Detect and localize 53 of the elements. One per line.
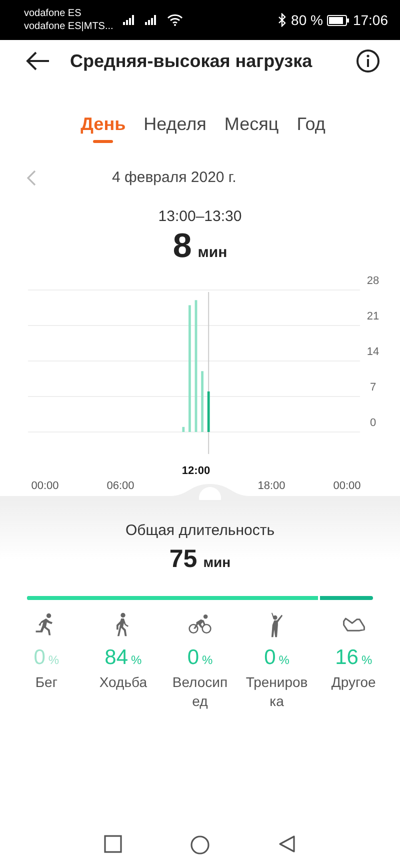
carrier-name: vodafone ES	[24, 7, 82, 20]
chart-bar	[182, 426, 185, 432]
carrier-name: vodafone ES|MTS...	[24, 20, 114, 33]
time-range: 13:00–13:30	[157, 208, 243, 225]
activity-percent: 0	[187, 646, 199, 670]
activity-label: Тренировка	[246, 673, 308, 711]
back-icon[interactable]	[26, 51, 50, 71]
total-label: Общая длительность	[124, 522, 276, 539]
date-label: 4 февраля 2020 г.	[112, 169, 236, 186]
percent-sign: %	[202, 653, 213, 667]
x-tick-label: 00:00	[333, 480, 361, 492]
period-tab[interactable]: Год	[288, 110, 334, 141]
chart-bar	[207, 391, 210, 432]
clock: 17:06	[352, 12, 388, 28]
total-value: 75	[169, 545, 198, 574]
info-icon[interactable]	[356, 49, 380, 73]
activity-label: Ходьба	[98, 673, 148, 692]
activity-label: Бег	[34, 673, 58, 692]
y-tick-label: 0	[370, 417, 376, 429]
battery-icon	[326, 14, 349, 26]
y-tick-label: 14	[366, 346, 380, 358]
signal-icon	[145, 15, 158, 25]
x-tick-label: 00:00	[31, 480, 59, 492]
bluetooth-icon	[278, 13, 288, 27]
activity-label: Велосипед	[171, 673, 229, 711]
percent-sign: %	[131, 653, 142, 667]
period-tab[interactable]: Неделя	[134, 110, 216, 141]
y-tick-label: 7	[370, 382, 376, 394]
selected-value: 8	[172, 227, 192, 266]
activity-percent: 16	[335, 646, 358, 670]
y-tick-label: 28	[366, 275, 380, 287]
cursor-time: 12:00	[182, 465, 210, 477]
activity-percent: 84	[104, 646, 128, 670]
wifi-icon	[167, 14, 184, 26]
back-nav-icon[interactable]	[278, 835, 296, 853]
battery-percent: 80 %	[291, 12, 323, 28]
activity-percent: 0	[34, 646, 46, 670]
page-title: Средняя-высокая нагрузка	[70, 50, 314, 72]
period-tab[interactable]: Месяц	[215, 110, 288, 141]
x-tick-label: 06:00	[106, 480, 134, 492]
signal-icon	[123, 15, 136, 25]
x-tick-label: 18:00	[258, 480, 286, 492]
percent-sign: %	[48, 653, 60, 667]
activity-percent: 0	[264, 646, 276, 670]
activity-label: Другое	[330, 673, 377, 692]
percent-sign: %	[361, 653, 372, 667]
y-tick-label: 21	[366, 310, 380, 322]
chart-bar	[201, 371, 204, 432]
percent-sign: %	[278, 653, 290, 667]
value-unit: мин	[198, 244, 228, 261]
home-icon[interactable]	[190, 835, 210, 855]
recent-apps-icon[interactable]	[104, 835, 122, 853]
total-unit: мин	[203, 554, 231, 570]
